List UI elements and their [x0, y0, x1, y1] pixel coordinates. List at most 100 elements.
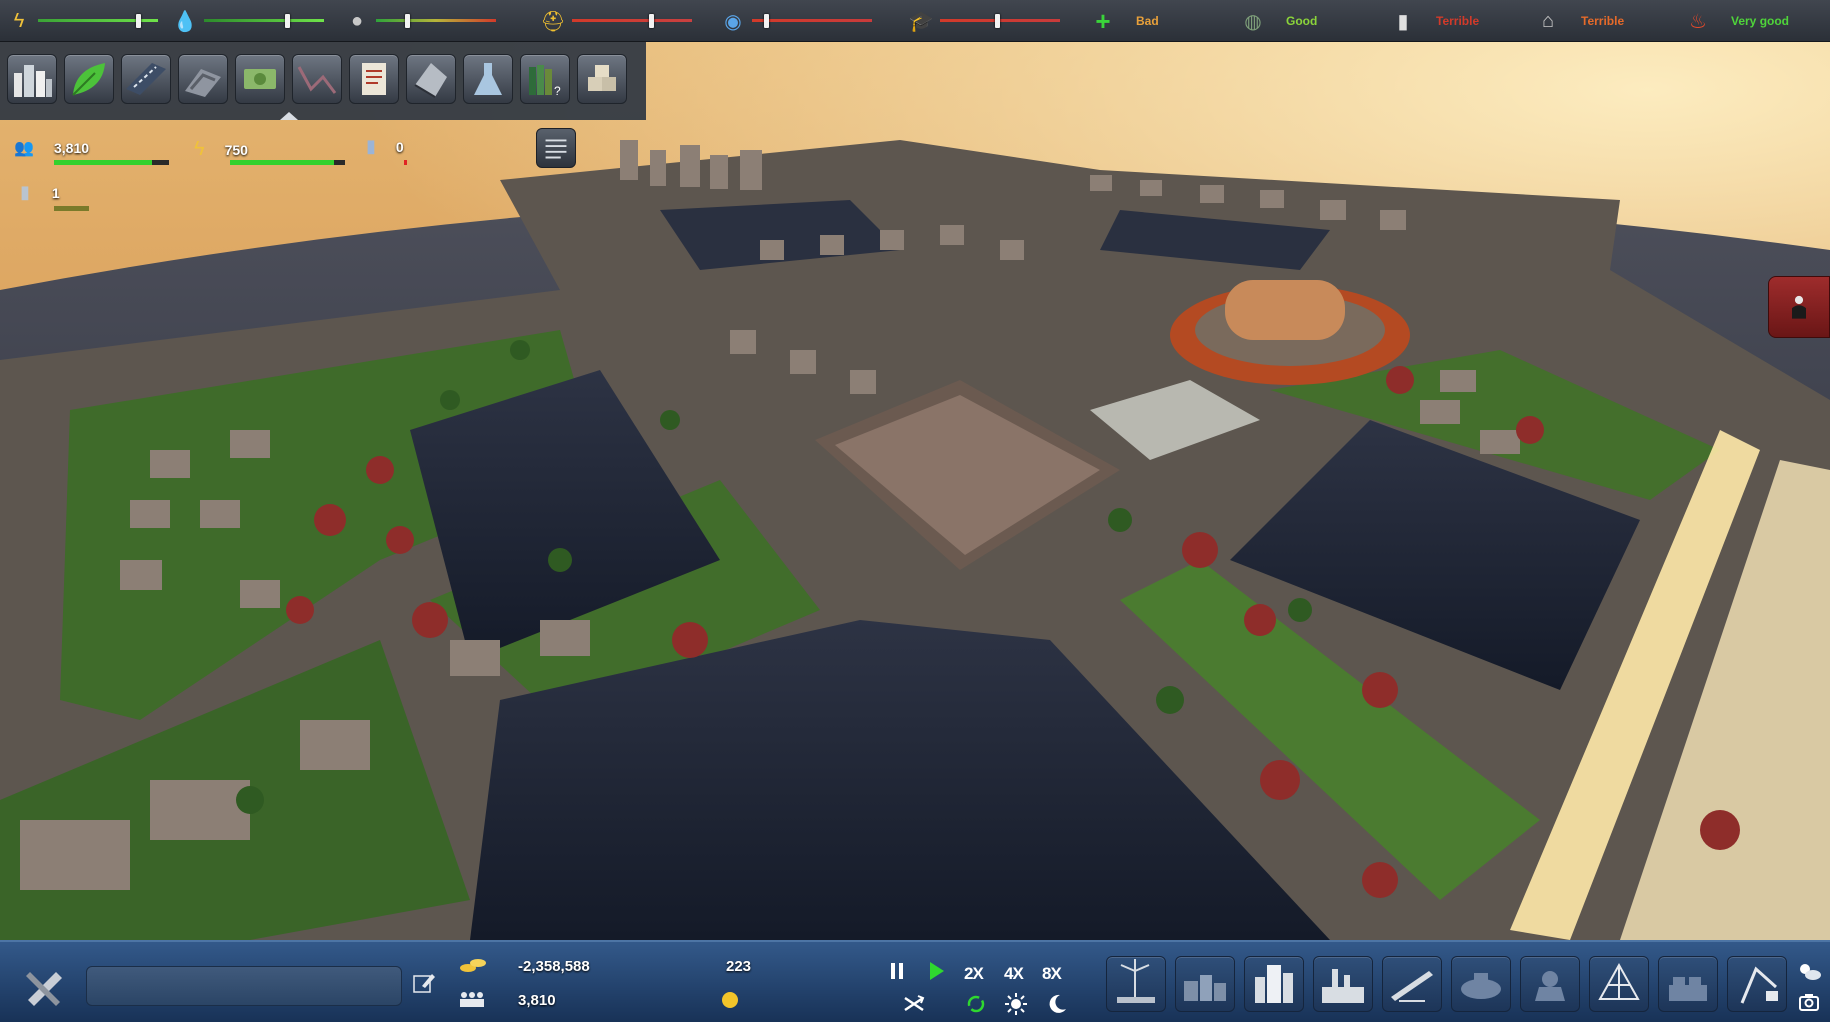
category-science[interactable]	[463, 54, 513, 104]
indicator-healthcare[interactable]: + Bad	[1090, 0, 1158, 42]
city-scene[interactable]	[0, 0, 1830, 1022]
indicator-environment[interactable]: ◍ Good	[1240, 0, 1317, 42]
play-icon	[930, 962, 944, 980]
stadium-icon	[1461, 973, 1501, 999]
meter-education[interactable]: 🎓	[908, 0, 1060, 42]
tool-warehouse[interactable]	[1658, 956, 1718, 1012]
pause-button[interactable]	[888, 960, 906, 982]
category-money[interactable]	[235, 54, 285, 104]
skyscraper-icon	[1255, 965, 1293, 1003]
edit-name-button[interactable]	[412, 972, 436, 996]
water-bar-track	[404, 160, 428, 165]
category-documents[interactable]	[349, 54, 399, 104]
tool-bridge[interactable]	[1382, 956, 1442, 1012]
road-icon	[126, 63, 166, 95]
globe-icon: ◍	[1244, 10, 1262, 33]
green-cross-icon: +	[1095, 5, 1111, 36]
category-residential[interactable]	[7, 54, 57, 104]
tool-crane[interactable]	[1727, 956, 1787, 1012]
pencil-icon	[413, 974, 435, 993]
city-name-field[interactable]	[86, 966, 402, 1006]
meter-bar	[940, 14, 1060, 28]
wind-turbine-icon	[1117, 959, 1155, 1003]
meter-health[interactable]: ⛑	[540, 0, 692, 42]
weather-button[interactable]	[1796, 960, 1822, 982]
build-tools-button[interactable]	[18, 960, 72, 1010]
category-storage[interactable]	[577, 54, 627, 104]
graph-icon	[297, 66, 337, 94]
water-tank-icon: ▮	[366, 136, 376, 156]
tool-houses[interactable]	[1175, 956, 1235, 1012]
game-viewport[interactable]: ϟ 💧 ● ⛑ ◉ 🎓 + Bad ◍ Good ▮ Terrible ⌂ Te…	[0, 0, 1830, 1022]
population-value: 3,810	[54, 140, 90, 156]
buildings-value: 1	[51, 184, 60, 201]
meter-power[interactable]: ϟ	[6, 0, 158, 42]
person-icon	[1792, 295, 1806, 319]
people-icon: 👥	[14, 140, 34, 157]
bridge-icon	[1391, 971, 1433, 1002]
speed-4x-button[interactable]: 4X	[1004, 964, 1024, 984]
tool-factory[interactable]	[1313, 956, 1373, 1012]
indicator-safety[interactable]: ♨ Very good	[1685, 0, 1789, 42]
tool-high-rise[interactable]	[1244, 956, 1304, 1012]
citizens-icon	[456, 988, 488, 1008]
category-city-hall[interactable]	[406, 54, 456, 104]
meter-police[interactable]: ◉	[720, 0, 872, 42]
money-icon	[244, 69, 276, 89]
speed-2x-button[interactable]: 2X	[964, 964, 984, 984]
category-graph[interactable]	[292, 54, 342, 104]
lightning-icon: ϟ	[194, 138, 205, 160]
buildings-bar-track	[54, 206, 124, 211]
leaf-icon	[72, 63, 105, 96]
stat-buildings: ▮ 1	[20, 182, 60, 203]
monument-icon	[1535, 971, 1565, 1001]
tool-stadium[interactable]	[1451, 956, 1511, 1012]
indicator-education[interactable]: ▮ Terrible	[1390, 0, 1479, 42]
day-button[interactable]	[1004, 992, 1028, 1016]
tool-monument[interactable]	[1520, 956, 1580, 1012]
medic-icon: ⛑	[540, 10, 566, 33]
speed-8x-button[interactable]: 8X	[1042, 964, 1062, 984]
night-button[interactable]	[1046, 992, 1068, 1016]
moon-icon	[1049, 994, 1066, 1013]
indicator-label: Terrible	[1436, 14, 1480, 28]
warehouse-icon	[1669, 977, 1707, 1001]
meter-bar	[572, 14, 692, 28]
building-icon	[414, 63, 447, 98]
list-icon	[545, 139, 567, 159]
meter-water[interactable]: 💧	[172, 0, 324, 42]
water-value: 0	[395, 138, 404, 155]
random-event-button[interactable]	[902, 992, 926, 1016]
overview-list-button[interactable]	[536, 128, 576, 168]
fire-icon: ♨	[1689, 10, 1707, 33]
svg-text:?: ?	[554, 84, 561, 98]
bottom-control-bar: -2,358,588 3,810 223 2X 4X 8X	[0, 940, 1830, 1022]
flask-icon	[474, 63, 502, 95]
category-roads[interactable]	[121, 54, 171, 104]
wrench-hammer-icon	[26, 972, 62, 1006]
camera-icon	[1799, 994, 1819, 1011]
category-industry[interactable]	[178, 54, 228, 104]
play-button[interactable]	[926, 960, 946, 982]
meter-bar	[752, 14, 872, 28]
trash-bag-icon: ●	[350, 9, 364, 32]
meter-bar	[376, 14, 496, 28]
meter-waste[interactable]: ●	[344, 0, 496, 42]
cycle-icon	[967, 995, 985, 1013]
citizens-value: 3,810	[518, 992, 556, 1009]
books-icon: ?	[529, 65, 561, 98]
indicator-label: Very good	[1731, 14, 1790, 28]
boxes-icon	[588, 65, 616, 91]
indicator-label: Terrible	[1581, 14, 1625, 28]
tool-wind-turbine[interactable]	[1106, 956, 1166, 1012]
screenshot-button[interactable]	[1798, 992, 1820, 1012]
shuffle-icon	[904, 995, 925, 1012]
indicator-housing[interactable]: ⌂ Terrible	[1535, 0, 1624, 42]
tool-dome[interactable]	[1589, 956, 1649, 1012]
category-library[interactable]: ?	[520, 54, 570, 104]
category-nature[interactable]	[64, 54, 114, 104]
citizen-info-button[interactable]	[1768, 276, 1830, 338]
day-night-cycle-button[interactable]	[964, 992, 988, 1016]
dome-icon	[1598, 962, 1640, 1000]
meter-bar	[204, 14, 324, 28]
